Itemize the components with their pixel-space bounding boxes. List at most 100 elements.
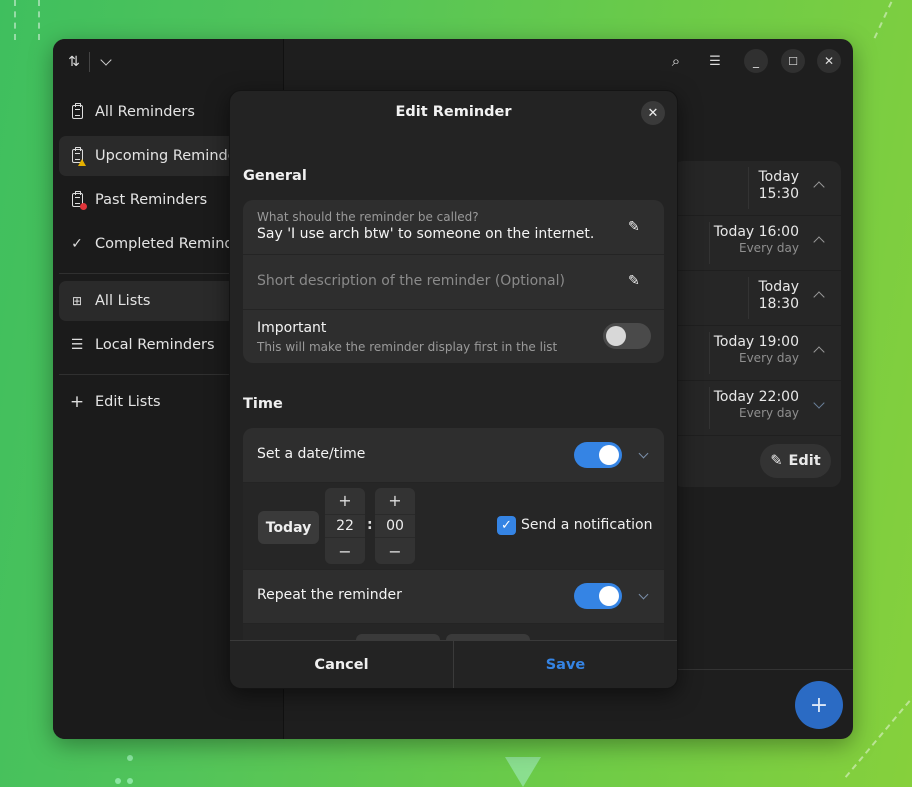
main-menu-button[interactable]: ☰ bbox=[703, 49, 727, 73]
clipboard-error-icon bbox=[69, 191, 87, 210]
wallpaper-decoration bbox=[14, 0, 16, 40]
general-card: What should the reminder be called? Say … bbox=[243, 200, 664, 363]
dialog-close-button[interactable]: ✕ bbox=[641, 101, 665, 125]
edit-icon[interactable]: ✎ bbox=[628, 219, 644, 235]
reminder-repeat: Every day bbox=[739, 241, 799, 255]
edit-icon[interactable]: ✎ bbox=[628, 273, 644, 289]
sidebar-header: ⇅ bbox=[53, 39, 283, 85]
search-button[interactable]: ⌕ bbox=[664, 49, 688, 73]
search-icon: ⌕ bbox=[671, 52, 681, 70]
minimize-icon: _ bbox=[753, 54, 759, 68]
wallpaper-decoration bbox=[115, 778, 121, 784]
reminder-time: Today 15:30 bbox=[758, 169, 800, 202]
list-item[interactable]: Today 19:00 Every day bbox=[673, 326, 841, 381]
chevron-up-icon[interactable] bbox=[813, 291, 825, 303]
close-window-button[interactable]: ✕ bbox=[817, 49, 841, 73]
reminder-time: Today 19:00 Every day bbox=[713, 334, 799, 365]
checkmark-icon: ✓ bbox=[71, 236, 83, 252]
hour-spinner: + 22 − bbox=[325, 488, 365, 564]
reminder-time: Today 16:00 Every day bbox=[713, 224, 799, 255]
minute-value[interactable]: 00 bbox=[375, 514, 415, 538]
reminder-repeat: Every day bbox=[739, 351, 799, 365]
section-general: General bbox=[243, 168, 307, 184]
set-datetime-row[interactable]: Set a date/time bbox=[243, 428, 664, 483]
section-time: Time bbox=[243, 396, 283, 412]
sidebar-item-label: Upcoming Reminders bbox=[95, 148, 251, 164]
send-notification-label: Send a notification bbox=[521, 517, 653, 533]
chevron-up-icon[interactable] bbox=[813, 346, 825, 358]
cancel-button[interactable]: Cancel bbox=[230, 641, 453, 688]
wallpaper-decoration bbox=[127, 778, 133, 784]
header-separator bbox=[89, 52, 90, 72]
send-notification-checkbox[interactable]: ✓ bbox=[497, 516, 516, 535]
dialog-title: Edit Reminder bbox=[395, 104, 512, 120]
clipboard-icon bbox=[69, 103, 85, 120]
save-button[interactable]: Save bbox=[453, 641, 677, 688]
chevron-down-icon[interactable] bbox=[100, 54, 112, 66]
edit-button[interactable]: ✎ Edit bbox=[760, 444, 831, 478]
wallpaper-decoration bbox=[505, 757, 541, 787]
set-datetime-label: Set a date/time bbox=[257, 446, 366, 462]
datetime-picker: Today + 22 − : + 00 − ✓ Send a notificat… bbox=[243, 483, 664, 569]
plus-icon: + bbox=[69, 392, 85, 412]
checkmark-icon: ✓ bbox=[501, 518, 512, 533]
time-separator: : bbox=[367, 517, 373, 533]
list-icon: ☰ bbox=[70, 337, 84, 353]
set-datetime-toggle[interactable] bbox=[574, 442, 622, 468]
edit-icon: ✎ bbox=[770, 453, 783, 469]
important-subtitle: This will make the reminder display firs… bbox=[257, 340, 558, 354]
important-label: Important bbox=[257, 320, 327, 336]
wallpaper-decoration bbox=[127, 755, 133, 761]
sidebar-item-label: All Lists bbox=[95, 293, 151, 309]
reminder-time: Today 22:00 Every day bbox=[713, 389, 799, 420]
date-button[interactable]: Today bbox=[258, 511, 319, 544]
wallpaper-decoration bbox=[38, 0, 40, 40]
hour-decrement-button[interactable]: − bbox=[325, 539, 365, 563]
hour-value[interactable]: 22 bbox=[325, 514, 365, 538]
minute-increment-button[interactable]: + bbox=[375, 488, 415, 512]
sort-icon[interactable]: ⇅ bbox=[67, 54, 81, 70]
sidebar-item-label: Past Reminders bbox=[95, 192, 208, 208]
chevron-down-icon[interactable] bbox=[638, 448, 649, 459]
description-field[interactable]: Short description of the reminder (Optio… bbox=[243, 255, 664, 310]
close-icon: ✕ bbox=[823, 54, 835, 68]
maximize-button[interactable]: ☐ bbox=[781, 49, 805, 73]
maximize-icon: ☐ bbox=[788, 54, 798, 68]
chevron-up-icon[interactable] bbox=[813, 181, 825, 193]
list-item[interactable]: Today 18:30 bbox=[673, 271, 841, 326]
title-field-label: What should the reminder be called? bbox=[257, 210, 479, 224]
title-field[interactable]: What should the reminder be called? Say … bbox=[243, 200, 664, 255]
sidebar-item-label: Local Reminders bbox=[95, 337, 215, 353]
title-field-value: Say 'I use arch btw' to someone on the i… bbox=[257, 226, 595, 242]
description-placeholder: Short description of the reminder (Optio… bbox=[257, 273, 565, 289]
add-reminder-button[interactable]: + bbox=[795, 681, 843, 729]
dialog-footer: Cancel Save bbox=[230, 640, 677, 688]
hour-increment-button[interactable]: + bbox=[325, 488, 365, 512]
sidebar-item-label: All Reminders bbox=[95, 104, 195, 120]
main-header: ⌕ ☰ _ ☐ ✕ bbox=[284, 39, 853, 85]
wallpaper-decoration bbox=[873, 1, 893, 39]
grid-icon: ⊞ bbox=[71, 294, 83, 308]
repeat-label: Repeat the reminder bbox=[257, 587, 402, 603]
list-item[interactable]: Today 15:30 bbox=[673, 161, 841, 216]
reminder-repeat: Every day bbox=[739, 406, 799, 420]
chevron-down-icon[interactable] bbox=[813, 397, 825, 409]
minimize-button[interactable]: _ bbox=[744, 49, 768, 73]
clipboard-warning-icon bbox=[69, 147, 86, 166]
edit-reminder-dialog: Edit Reminder ✕ General What should the … bbox=[229, 90, 678, 689]
list-item[interactable]: Today 22:00 Every day bbox=[673, 381, 841, 436]
close-icon: ✕ bbox=[647, 105, 659, 121]
minute-decrement-button[interactable]: − bbox=[375, 539, 415, 563]
repeat-row[interactable]: Repeat the reminder bbox=[243, 569, 664, 624]
chevron-up-icon[interactable] bbox=[813, 236, 825, 248]
reminder-time: Today 18:30 bbox=[758, 279, 800, 312]
list-item[interactable]: Today 16:00 Every day bbox=[673, 216, 841, 271]
plus-icon: + bbox=[809, 692, 829, 718]
minute-spinner: + 00 − bbox=[375, 488, 415, 564]
important-toggle[interactable] bbox=[603, 323, 651, 349]
hamburger-menu-icon: ☰ bbox=[709, 53, 721, 69]
sidebar-item-label: Edit Lists bbox=[95, 394, 161, 410]
repeat-toggle[interactable] bbox=[574, 583, 622, 609]
edit-button-label: Edit bbox=[788, 453, 821, 469]
chevron-down-icon[interactable] bbox=[638, 589, 649, 600]
